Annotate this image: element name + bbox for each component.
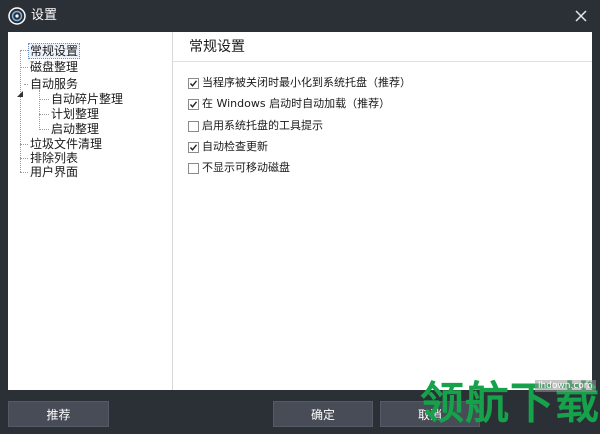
tree-connector: [20, 144, 28, 145]
checkbox[interactable]: [188, 141, 199, 153]
checkbox[interactable]: [188, 77, 199, 89]
checkbox[interactable]: [188, 98, 199, 110]
option-label: 启用系统托盘的工具提示: [202, 119, 323, 132]
ok-button[interactable]: 确定: [273, 401, 373, 427]
checkbox[interactable]: [188, 120, 199, 132]
close-icon: [575, 10, 587, 22]
option-tray-tooltips[interactable]: 启用系统托盘的工具提示: [188, 119, 323, 133]
check-icon: [189, 79, 198, 87]
tree-item-scheduled[interactable]: 计划整理: [50, 107, 100, 121]
title-divider: [173, 61, 592, 62]
tree-item-auto-defrag[interactable]: 自动碎片整理: [50, 92, 124, 106]
option-label: 在 Windows 启动时自动加载（推荐）: [202, 97, 391, 110]
app-logo-icon: [8, 7, 26, 25]
option-hide-removable[interactable]: 不显示可移动磁盘: [188, 161, 290, 175]
tree-item-junk-clean[interactable]: 垃圾文件清理: [29, 137, 103, 151]
tree-connector: [20, 67, 28, 68]
tree-item-general[interactable]: 常规设置: [28, 43, 81, 59]
option-label: 自动检查更新: [202, 140, 268, 153]
window-title: 设置: [31, 8, 58, 23]
tree-connector: [20, 172, 28, 173]
pane-title: 常规设置: [189, 39, 245, 55]
close-button[interactable]: [571, 6, 591, 26]
option-label: 不显示可移动磁盘: [202, 161, 290, 174]
recommend-button[interactable]: 推荐: [8, 401, 109, 427]
tree-item-defrag[interactable]: 磁盘整理: [29, 60, 79, 74]
option-auto-update[interactable]: 自动检查更新: [188, 140, 268, 154]
settings-tree: 常规设置 磁盘整理 自动服务 自动碎片整理 计划整理 启动整理 垃圾文件清理 排…: [8, 32, 172, 390]
pane-divider: [172, 32, 173, 390]
tree-connector: [24, 84, 28, 85]
tree-connector: [20, 50, 21, 172]
tree-connector: [20, 158, 28, 159]
tree-connector: [20, 50, 28, 51]
watermark-url: lhdown.com: [535, 380, 596, 392]
tree-item-user-interface[interactable]: 用户界面: [29, 165, 79, 179]
settings-window: 设置 常规设置 磁盘整理 自动服务 自动碎片整理 计划整理 启动整理 垃圾文件清…: [0, 0, 600, 434]
option-minimize-to-tray[interactable]: 当程序被关闭时最小化到系统托盘（推荐）: [188, 76, 411, 90]
tree-item-boot-defrag[interactable]: 启动整理: [50, 122, 100, 136]
client-area: 常规设置 磁盘整理 自动服务 自动碎片整理 计划整理 启动整理 垃圾文件清理 排…: [8, 32, 592, 390]
tree-item-auto-service[interactable]: 自动服务: [29, 77, 79, 91]
checkbox[interactable]: [188, 162, 199, 174]
check-icon: [189, 143, 198, 151]
option-label: 当程序被关闭时最小化到系统托盘（推荐）: [202, 76, 411, 89]
tree-item-exclude-list[interactable]: 排除列表: [29, 151, 79, 165]
tree-connector: [39, 114, 49, 115]
collapse-triangle-icon[interactable]: [17, 82, 23, 97]
title-bar[interactable]: 设置: [0, 0, 600, 32]
tree-connector: [39, 90, 40, 130]
tree-connector: [39, 129, 49, 130]
check-icon: [189, 100, 198, 108]
option-autostart[interactable]: 在 Windows 启动时自动加载（推荐）: [188, 97, 390, 111]
tree-connector: [39, 99, 49, 100]
